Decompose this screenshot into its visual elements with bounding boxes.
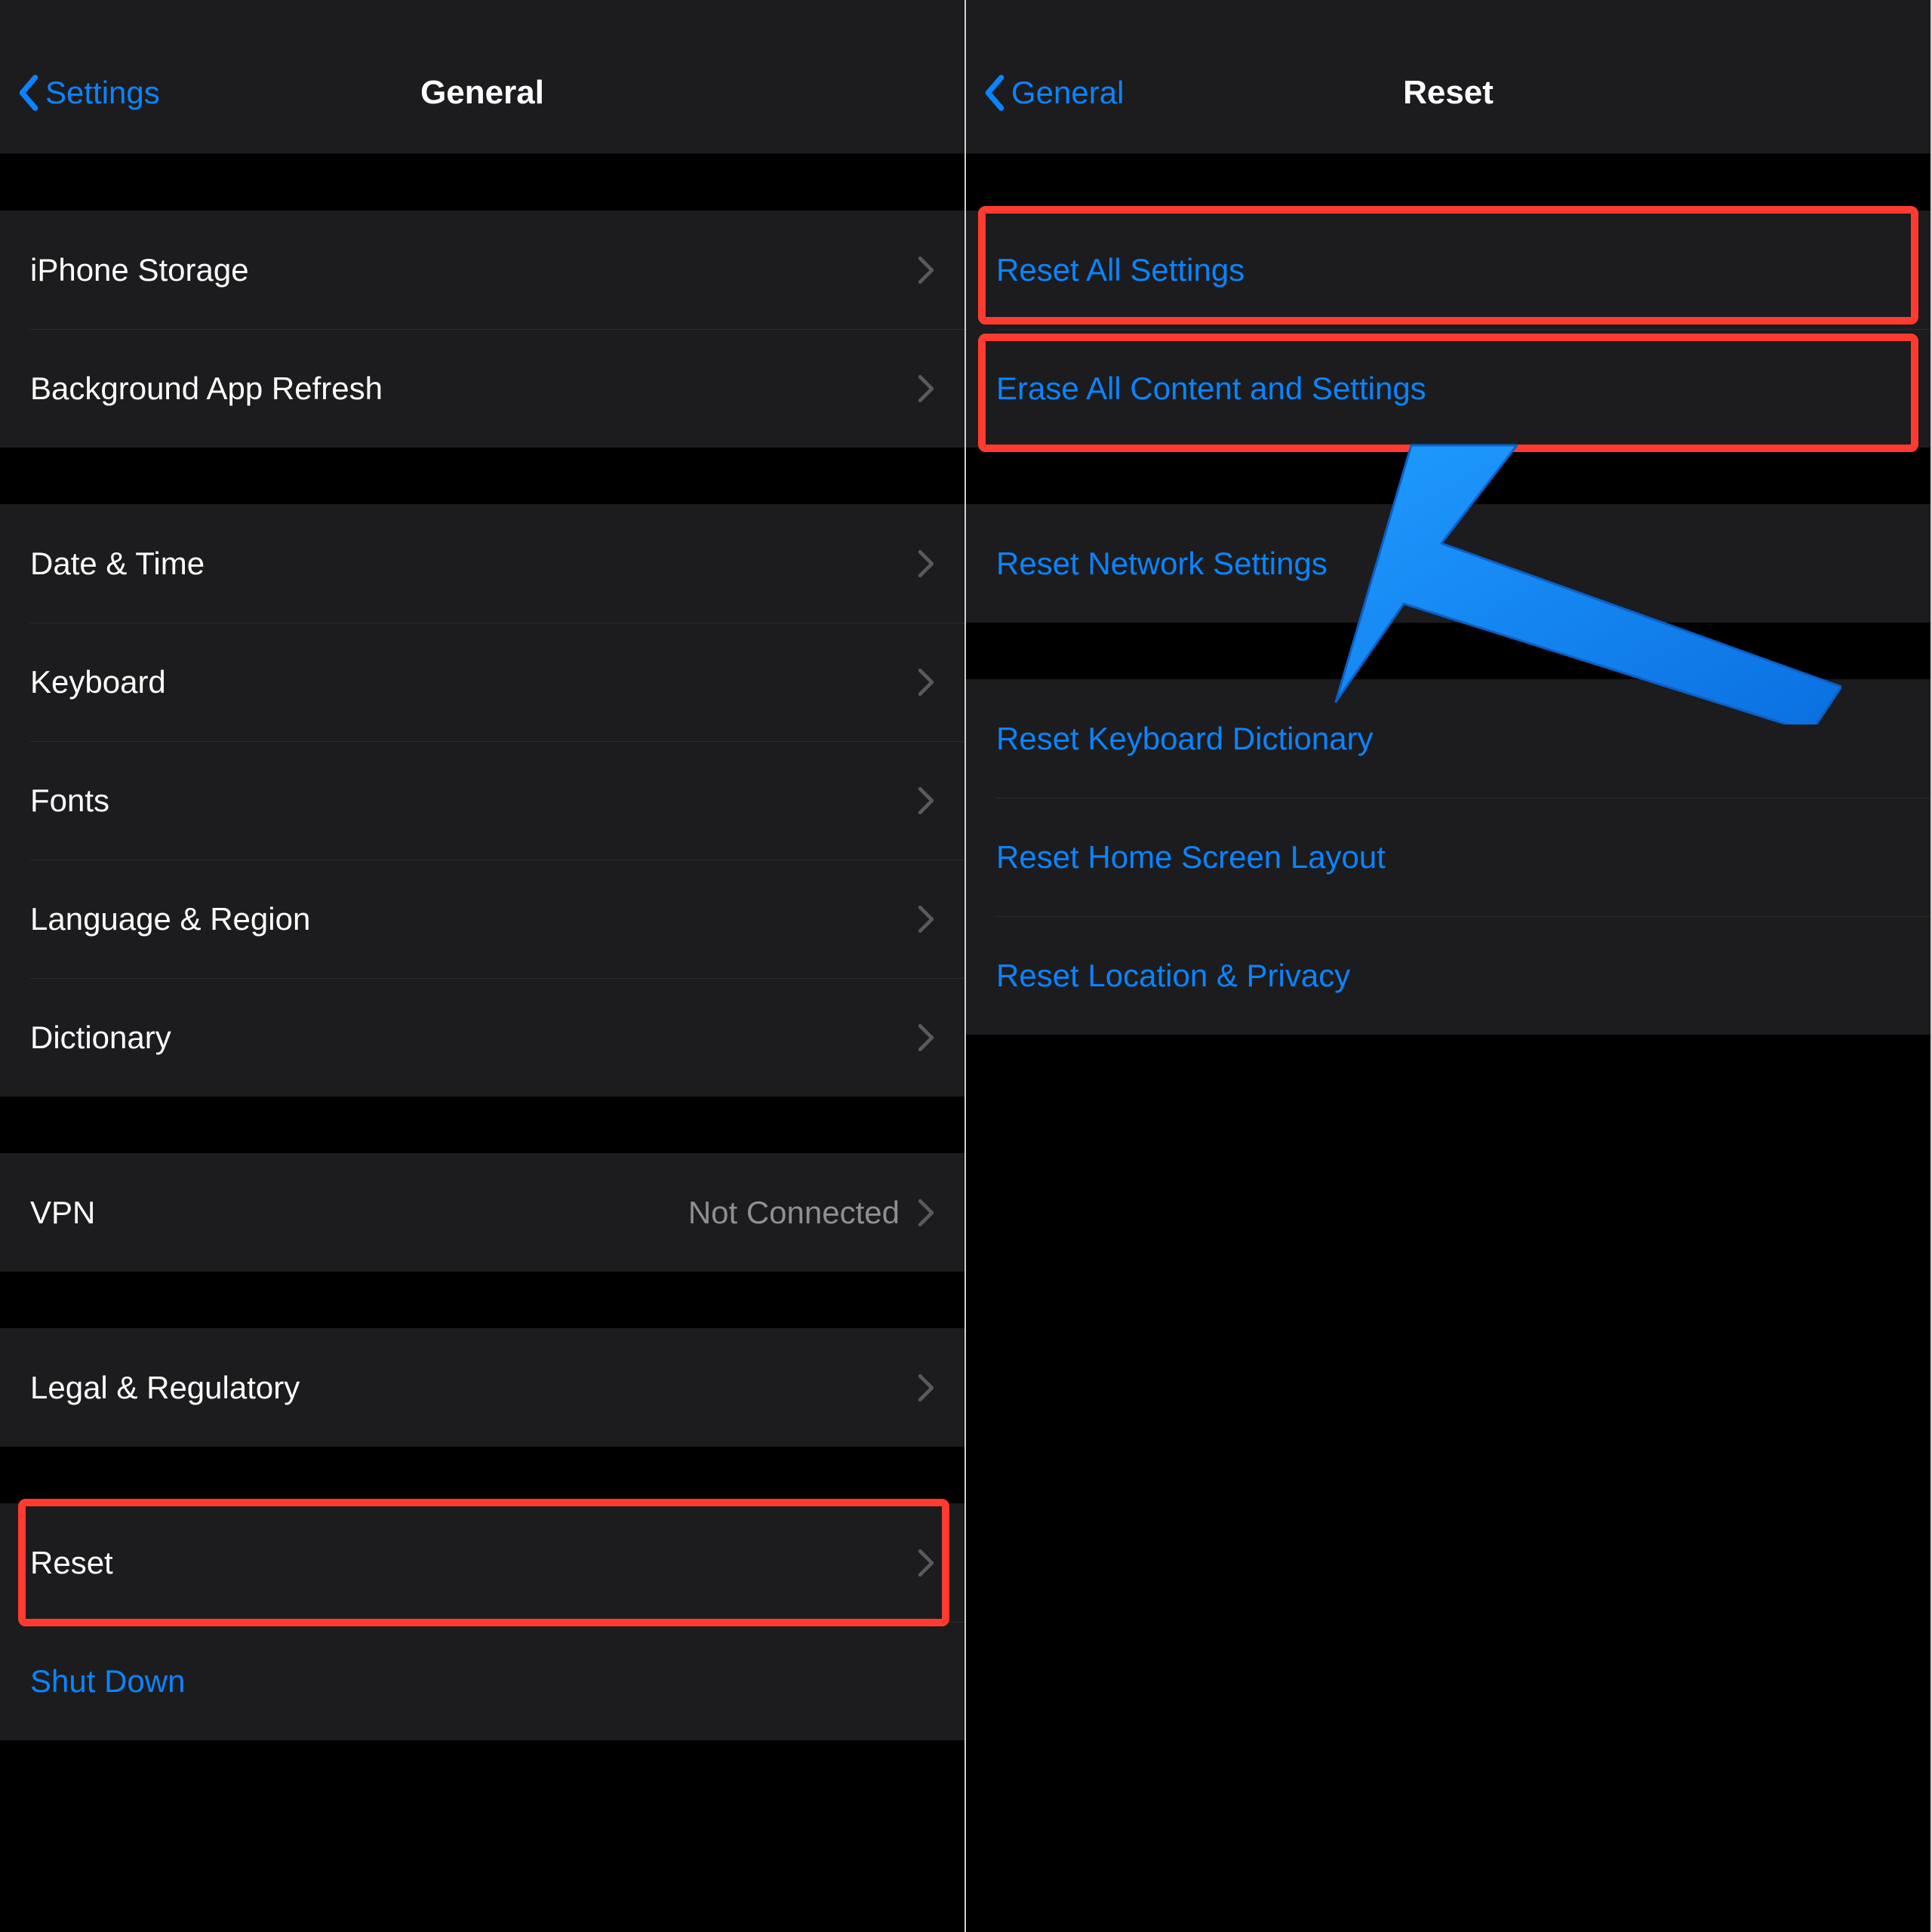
page-title: General	[420, 74, 544, 112]
row-label: Reset Keyboard Dictionary	[996, 721, 1374, 757]
row-reset-location-privacy[interactable]: Reset Location & Privacy	[966, 916, 1930, 1035]
chevron-right-icon	[918, 1549, 934, 1577]
settings-group: Reset All Settings Erase All Content and…	[966, 211, 1930, 448]
row-reset-keyboard-dictionary[interactable]: Reset Keyboard Dictionary	[966, 679, 1930, 798]
chevron-right-icon	[918, 549, 934, 578]
row-label: Background App Refresh	[30, 371, 383, 407]
settings-group: VPN Not Connected	[0, 1153, 964, 1272]
row-iphone-storage[interactable]: iPhone Storage	[0, 211, 964, 329]
row-date-time[interactable]: Date & Time	[0, 504, 964, 623]
chevron-right-icon	[918, 668, 934, 697]
back-button[interactable]: General	[966, 73, 1124, 112]
row-label: Dictionary	[30, 1020, 171, 1056]
row-label: Keyboard	[30, 664, 166, 700]
row-reset-home-screen[interactable]: Reset Home Screen Layout	[966, 798, 1930, 916]
row-reset-all-settings[interactable]: Reset All Settings	[966, 211, 1930, 329]
chevron-right-icon	[918, 256, 934, 285]
row-background-app-refresh[interactable]: Background App Refresh	[0, 329, 964, 448]
status-bar	[0, 0, 964, 32]
settings-group: iPhone Storage Background App Refresh	[0, 211, 964, 448]
back-label: General	[1011, 75, 1124, 111]
row-legal-regulatory[interactable]: Legal & Regulatory	[0, 1328, 964, 1447]
row-reset[interactable]: Reset	[0, 1503, 964, 1622]
row-fonts[interactable]: Fonts	[0, 741, 964, 860]
row-language-region[interactable]: Language & Region	[0, 860, 964, 978]
nav-bar: General Reset	[966, 32, 1930, 154]
row-keyboard[interactable]: Keyboard	[0, 623, 964, 741]
row-reset-network[interactable]: Reset Network Settings	[966, 504, 1930, 623]
row-label: Legal & Regulatory	[30, 1370, 300, 1406]
chevron-right-icon	[918, 374, 934, 403]
row-label: Shut Down	[30, 1663, 185, 1700]
settings-group: Date & Time Keyboard Fonts Language & Re…	[0, 504, 964, 1097]
chevron-left-icon	[981, 73, 1008, 112]
row-erase-all-content[interactable]: Erase All Content and Settings	[966, 329, 1930, 448]
reset-settings-screen: General Reset Reset All Settings Erase A…	[966, 0, 1932, 1932]
row-dictionary[interactable]: Dictionary	[0, 978, 964, 1097]
general-settings-screen: Settings General iPhone Storage Backgrou…	[0, 0, 966, 1932]
back-label: Settings	[45, 75, 160, 111]
settings-group: Reset Keyboard Dictionary Reset Home Scr…	[966, 679, 1930, 1035]
settings-group: Reset Shut Down	[0, 1503, 964, 1740]
nav-bar: Settings General	[0, 32, 964, 154]
back-button[interactable]: Settings	[0, 73, 160, 112]
settings-group: Legal & Regulatory	[0, 1328, 964, 1447]
chevron-right-icon	[918, 905, 934, 934]
chevron-left-icon	[15, 73, 42, 112]
row-label: Reset Location & Privacy	[996, 958, 1350, 994]
row-detail: Not Connected	[688, 1195, 900, 1231]
row-label: Reset Home Screen Layout	[996, 839, 1386, 875]
chevron-right-icon	[918, 1023, 934, 1052]
row-label: Reset	[30, 1545, 113, 1581]
page-title: Reset	[1403, 74, 1494, 112]
row-label: VPN	[30, 1195, 95, 1231]
settings-group: Reset Network Settings	[966, 504, 1930, 623]
row-label: Fonts	[30, 783, 109, 819]
row-label: Reset Network Settings	[996, 546, 1327, 582]
chevron-right-icon	[918, 786, 934, 815]
row-label: Erase All Content and Settings	[996, 371, 1426, 407]
status-bar	[966, 0, 1930, 32]
row-shut-down[interactable]: Shut Down	[0, 1622, 964, 1740]
chevron-right-icon	[918, 1198, 934, 1227]
row-label: iPhone Storage	[30, 252, 249, 288]
row-label: Language & Region	[30, 901, 310, 937]
row-label: Date & Time	[30, 546, 205, 582]
highlight-annotation	[18, 1499, 949, 1626]
row-vpn[interactable]: VPN Not Connected	[0, 1153, 964, 1272]
row-label: Reset All Settings	[996, 252, 1244, 288]
chevron-right-icon	[918, 1374, 934, 1402]
